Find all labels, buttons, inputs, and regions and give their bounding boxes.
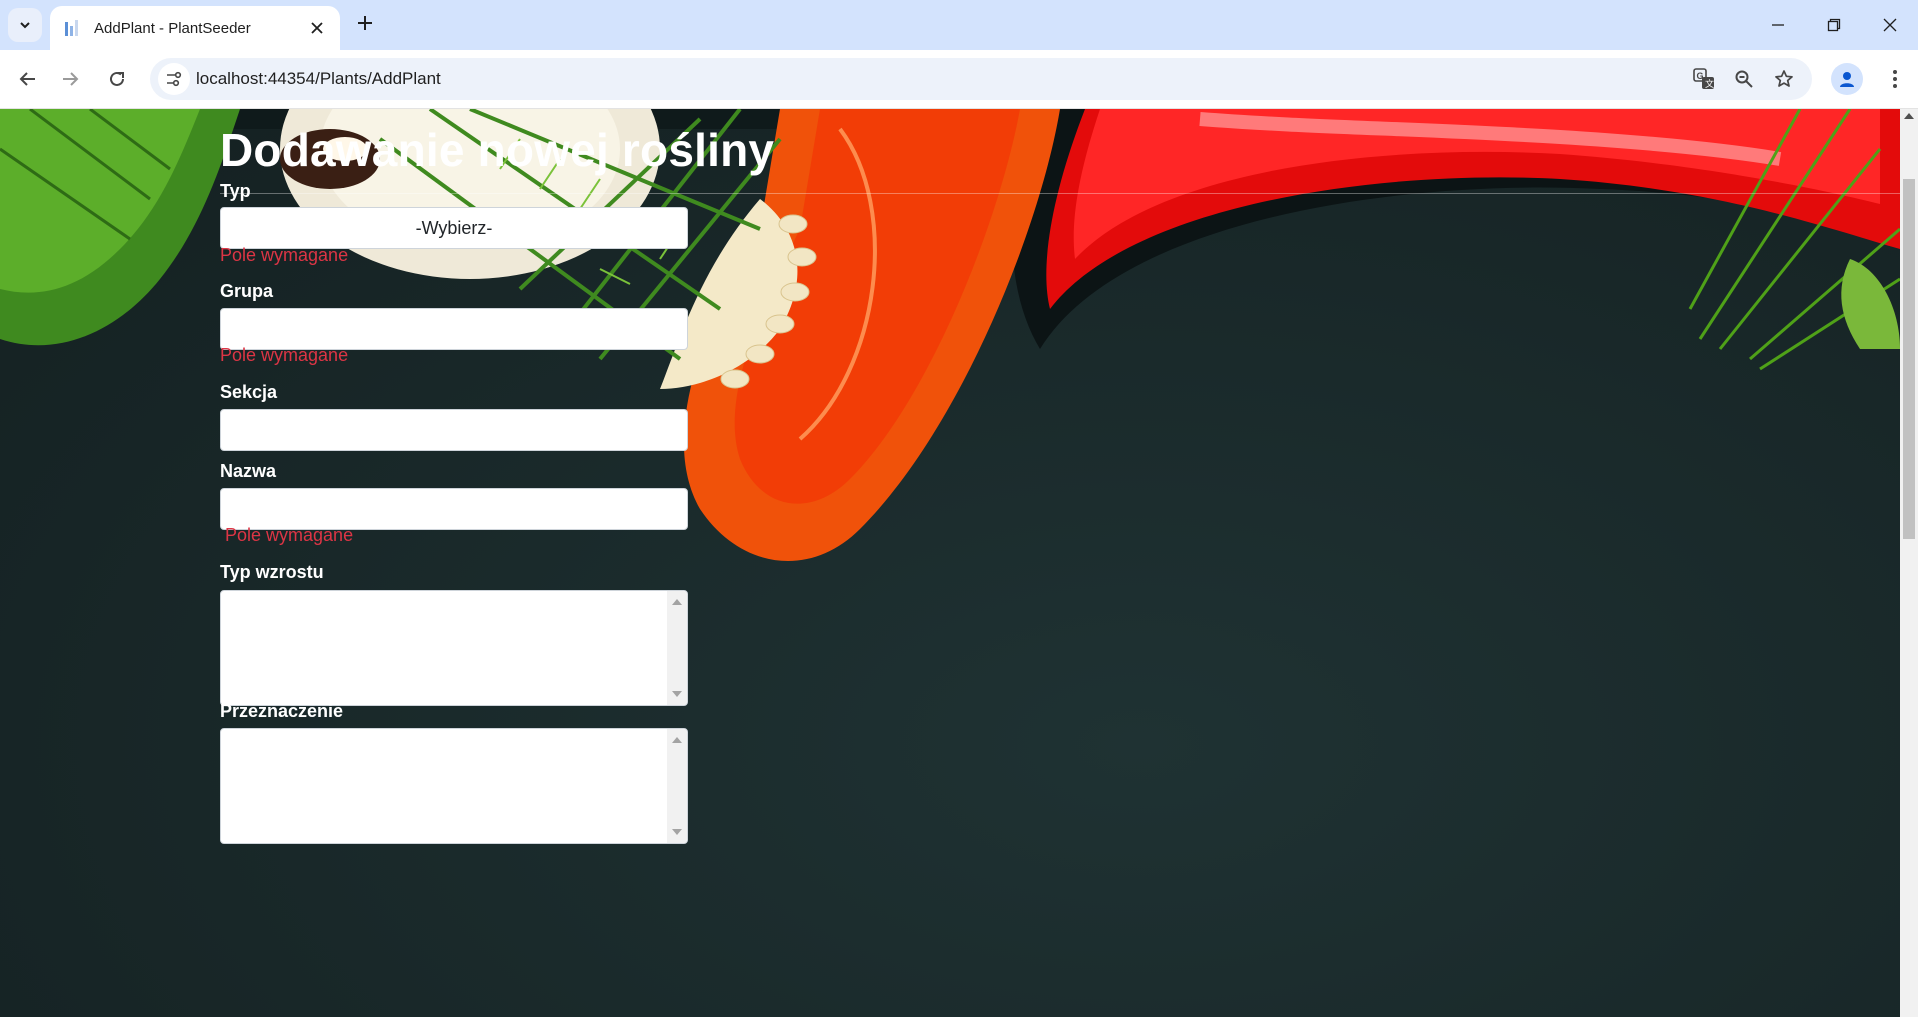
star-icon <box>1775 70 1793 87</box>
page-favicon-icon <box>64 19 82 37</box>
site-info-button[interactable] <box>158 63 190 95</box>
tab-search-button[interactable] <box>8 8 42 42</box>
typ-select-value: -Wybierz- <box>415 217 493 238</box>
bookmark-button[interactable] <box>1768 63 1800 95</box>
title-divider <box>220 193 1900 194</box>
textarea-scrollbar[interactable] <box>667 591 687 705</box>
svg-text:文: 文 <box>1705 78 1714 89</box>
grupa-input[interactable] <box>220 308 688 350</box>
grupa-label: Grupa <box>220 281 274 301</box>
restore-icon <box>1827 18 1841 32</box>
sekcja-input[interactable] <box>220 409 688 451</box>
przeznaczenie-label: Przeznaczenie <box>220 701 344 721</box>
url-text: localhost:44354/Plants/AddPlant <box>196 69 441 88</box>
tab-strip: AddPlant - PlantSeeder <box>0 0 1918 50</box>
sekcja-label: Sekcja <box>220 382 278 402</box>
typ-error: Pole wymagane <box>220 245 349 265</box>
scroll-up-arrow-icon <box>672 599 682 605</box>
reload-button[interactable] <box>99 61 135 97</box>
plus-icon <box>358 16 372 30</box>
kebab-menu-icon <box>1893 70 1897 88</box>
typ-wzrostu-label: Typ wzrostu <box>220 562 324 582</box>
minimize-button[interactable] <box>1750 0 1806 50</box>
chevron-down-icon <box>20 22 30 29</box>
back-button[interactable] <box>10 61 46 97</box>
page-title: Dodawanie nowej rośliny <box>220 124 775 176</box>
site-info-icon <box>167 71 182 87</box>
browser-toolbar: localhost:44354/Plants/AddPlant G文 <box>0 50 1918 109</box>
page-scrollbar[interactable] <box>1900 109 1918 1017</box>
translate-icon: G文 <box>1693 68 1714 89</box>
textarea-scrollbar[interactable] <box>667 729 687 843</box>
typ-wzrostu-textarea[interactable] <box>220 590 688 706</box>
nazwa-input[interactable] <box>220 488 688 530</box>
scroll-up-arrow-icon[interactable] <box>1904 113 1914 119</box>
restore-button[interactable] <box>1806 0 1862 50</box>
close-window-button[interactable] <box>1862 0 1918 50</box>
tab-title: AddPlant - PlantSeeder <box>94 19 251 37</box>
close-icon <box>311 22 323 34</box>
grupa-error: Pole wymagane <box>220 345 349 365</box>
zoom-icon <box>1735 70 1753 88</box>
new-tab-button[interactable] <box>352 12 378 38</box>
minimize-icon <box>1772 24 1784 26</box>
profile-button[interactable] <box>1831 63 1863 95</box>
przeznaczenie-textarea[interactable] <box>220 728 688 844</box>
profile-icon <box>1840 72 1854 87</box>
translate-button[interactable]: G文 <box>1688 63 1720 95</box>
scroll-down-arrow-icon <box>672 829 682 835</box>
zoom-button[interactable] <box>1728 63 1760 95</box>
nazwa-error: Pole wymagane <box>225 525 354 545</box>
typ-label: Typ <box>220 181 251 201</box>
active-tab[interactable]: AddPlant - PlantSeeder <box>50 6 340 50</box>
page-viewport: Dodawanie nowej rośliny Typ -Wybierz- Po… <box>0 109 1900 1017</box>
typ-select[interactable]: -Wybierz- <box>220 207 688 249</box>
scroll-down-arrow-icon <box>672 691 682 697</box>
reload-icon <box>110 71 124 86</box>
browser-menu-button[interactable] <box>1879 63 1911 95</box>
scroll-up-arrow-icon <box>672 737 682 743</box>
scrollbar-thumb[interactable] <box>1903 179 1915 539</box>
forward-icon <box>63 72 79 86</box>
address-bar[interactable]: localhost:44354/Plants/AddPlant G文 <box>150 58 1812 100</box>
close-icon <box>1883 18 1897 32</box>
back-icon <box>19 72 35 86</box>
forward-button[interactable] <box>52 61 88 97</box>
nazwa-label: Nazwa <box>220 461 277 481</box>
close-tab-button[interactable] <box>306 17 328 39</box>
